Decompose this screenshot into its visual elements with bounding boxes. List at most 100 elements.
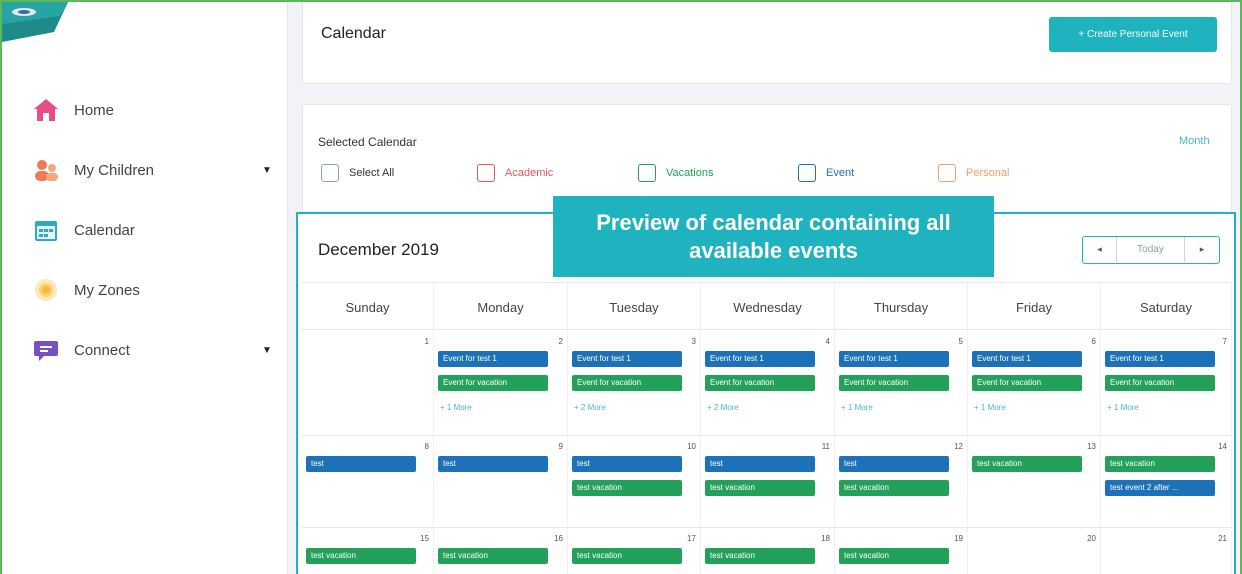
- more-events-link[interactable]: + 2 More: [707, 403, 739, 412]
- day-number: 4: [825, 337, 830, 346]
- calendar-day-cell[interactable]: 20: [968, 528, 1101, 574]
- calendar-day-cell[interactable]: 19 test vacation: [835, 528, 968, 574]
- calendar-event[interactable]: test vacation: [306, 548, 416, 564]
- chevron-down-icon[interactable]: ▼: [262, 345, 272, 356]
- day-number: 14: [1218, 442, 1227, 451]
- calendar-day-cell[interactable]: 18 test vacation: [701, 528, 835, 574]
- more-events-link[interactable]: + 1 More: [440, 403, 472, 412]
- checkbox-vacations[interactable]: Vacations: [638, 163, 714, 183]
- day-number: 5: [958, 337, 963, 346]
- calendar-day-cell[interactable]: 3 Event for test 1 Event for vacation + 2 M…: [568, 331, 701, 436]
- chevron-down-icon[interactable]: ▼: [262, 165, 272, 176]
- more-events-link[interactable]: + 1 More: [1107, 403, 1139, 412]
- calendar-icon: [32, 216, 60, 244]
- day-number: 19: [954, 534, 963, 543]
- calendar-event[interactable]: Event for vacation: [572, 375, 682, 391]
- calendar-event[interactable]: test event 2 after ...: [1105, 480, 1215, 496]
- calendar-event[interactable]: test vacation: [572, 548, 682, 564]
- sidebar: Home My Children ▼ Calendar My Zones Connect ▼: [0, 0, 288, 574]
- calendar-day-cell[interactable]: 2 Event for test 1 Event for vacation + 1 M…: [434, 331, 568, 436]
- calendar-day-cell[interactable]: 12 test test vacation: [835, 436, 968, 528]
- day-number: 16: [554, 534, 563, 543]
- app-logo[interactable]: [2, 2, 68, 42]
- sidebar-item-my-children[interactable]: My Children ▼: [0, 150, 288, 190]
- day-number: 21: [1218, 534, 1227, 543]
- calendar-event[interactable]: Event for vacation: [438, 375, 548, 391]
- checkbox-academic[interactable]: Academic: [477, 163, 553, 183]
- calendar-event[interactable]: Event for vacation: [1105, 375, 1215, 391]
- calendar-day-cell[interactable]: 21: [1101, 528, 1232, 574]
- weekday-header: Saturday: [1101, 283, 1232, 331]
- checkbox-box[interactable]: [938, 164, 956, 182]
- calendar-day-cell[interactable]: 8 test: [302, 436, 434, 528]
- month-view-link[interactable]: Month: [1179, 135, 1210, 147]
- calendar-event[interactable]: test: [705, 456, 815, 472]
- calendar-event[interactable]: Event for test 1: [839, 351, 949, 367]
- calendar-day-cell[interactable]: 14 test vacation test event 2 after ...: [1101, 436, 1232, 528]
- calendar-event[interactable]: test: [839, 456, 949, 472]
- calendar-event[interactable]: Event for test 1: [1105, 351, 1215, 367]
- calendar-event[interactable]: test: [438, 456, 548, 472]
- day-number: 8: [424, 442, 429, 451]
- calendar-day-cell[interactable]: 17 test vacation: [568, 528, 701, 574]
- calendar-day-cell[interactable]: 6 Event for test 1 Event for vacation + 1 M…: [968, 331, 1101, 436]
- calendar-event[interactable]: Event for vacation: [972, 375, 1082, 391]
- calendar-day-cell[interactable]: 11 test test vacation: [701, 436, 835, 528]
- calendar-event[interactable]: test: [306, 456, 416, 472]
- calendar-day-cell[interactable]: 5 Event for test 1 Event for vacation + 1 M…: [835, 331, 968, 436]
- checkbox-event[interactable]: Event: [798, 163, 854, 183]
- calendar-event[interactable]: test vacation: [705, 480, 815, 496]
- checkbox-box[interactable]: [321, 164, 339, 182]
- create-personal-event-button[interactable]: + Create Personal Event: [1049, 17, 1217, 52]
- calendar-day-cell[interactable]: 9 test: [434, 436, 568, 528]
- more-events-link[interactable]: + 2 More: [574, 403, 606, 412]
- checkbox-personal[interactable]: Personal: [938, 163, 1009, 183]
- calendar-day-cell[interactable]: 16 test vacation: [434, 528, 568, 574]
- today-button[interactable]: Today: [1117, 237, 1185, 262]
- sidebar-item-label: Calendar: [74, 221, 135, 239]
- calendar-day-cell[interactable]: 13 test vacation: [968, 436, 1101, 528]
- calendar-event[interactable]: test vacation: [972, 456, 1082, 472]
- calendar-event[interactable]: Event for test 1: [438, 351, 548, 367]
- checkbox-select-all[interactable]: Select All: [321, 163, 394, 183]
- calendar-event[interactable]: test vacation: [1105, 456, 1215, 472]
- calendar-week-row: 15 test vacation 16 test vacation 17 test vac…: [302, 528, 1232, 574]
- sidebar-item-connect[interactable]: Connect ▼: [0, 330, 288, 370]
- next-month-button[interactable]: ▸: [1185, 237, 1219, 262]
- weekday-header: Thursday: [835, 283, 968, 331]
- sidebar-item-my-zones[interactable]: My Zones: [0, 270, 288, 310]
- weekday-header-row: Sunday Monday Tuesday Wednesday Thursday Frid…: [302, 282, 1232, 331]
- day-number: 10: [687, 442, 696, 451]
- calendar-day-cell[interactable]: 4 Event for test 1 Event for vacation + 2 M…: [701, 331, 835, 436]
- calendar-event[interactable]: test: [572, 456, 682, 472]
- calendar-navigation: ◂ Today ▸: [1082, 236, 1220, 264]
- calendar-day-cell[interactable]: 7 Event for test 1 Event for vacation + 1 M…: [1101, 331, 1232, 436]
- checkbox-label: Event: [826, 167, 855, 179]
- sidebar-item-label: My Children: [74, 161, 155, 179]
- calendar-event[interactable]: test vacation: [839, 480, 949, 496]
- sidebar-item-label: My Zones: [74, 281, 140, 299]
- checkbox-box[interactable]: [477, 164, 495, 182]
- more-events-link[interactable]: + 1 More: [841, 403, 873, 412]
- calendar-event[interactable]: test vacation: [438, 548, 548, 564]
- calendar-week-row: 1 2 Event for test 1 Event for vacation + 1 …: [302, 331, 1232, 436]
- weekday-header: Friday: [968, 283, 1101, 331]
- prev-month-button[interactable]: ◂: [1083, 237, 1117, 262]
- more-events-link[interactable]: + 1 More: [974, 403, 1006, 412]
- calendar-event[interactable]: test vacation: [705, 548, 815, 564]
- calendar-event[interactable]: Event for test 1: [972, 351, 1082, 367]
- calendar-event[interactable]: test vacation: [572, 480, 682, 496]
- checkbox-box[interactable]: [798, 164, 816, 182]
- calendar-event[interactable]: Event for vacation: [839, 375, 949, 391]
- calendar-event[interactable]: Event for test 1: [572, 351, 682, 367]
- calendar-day-cell[interactable]: 10 test test vacation: [568, 436, 701, 528]
- calendar-day-cell[interactable]: 1: [302, 331, 434, 436]
- calendar-event[interactable]: Event for vacation: [705, 375, 815, 391]
- calendar-event[interactable]: test vacation: [839, 548, 949, 564]
- calendar-event[interactable]: Event for test 1: [705, 351, 815, 367]
- sidebar-item-home[interactable]: Home: [0, 90, 288, 130]
- day-number: 13: [1087, 442, 1096, 451]
- checkbox-box[interactable]: [638, 164, 656, 182]
- sidebar-item-calendar[interactable]: Calendar: [0, 210, 288, 250]
- calendar-day-cell[interactable]: 15 test vacation: [302, 528, 434, 574]
